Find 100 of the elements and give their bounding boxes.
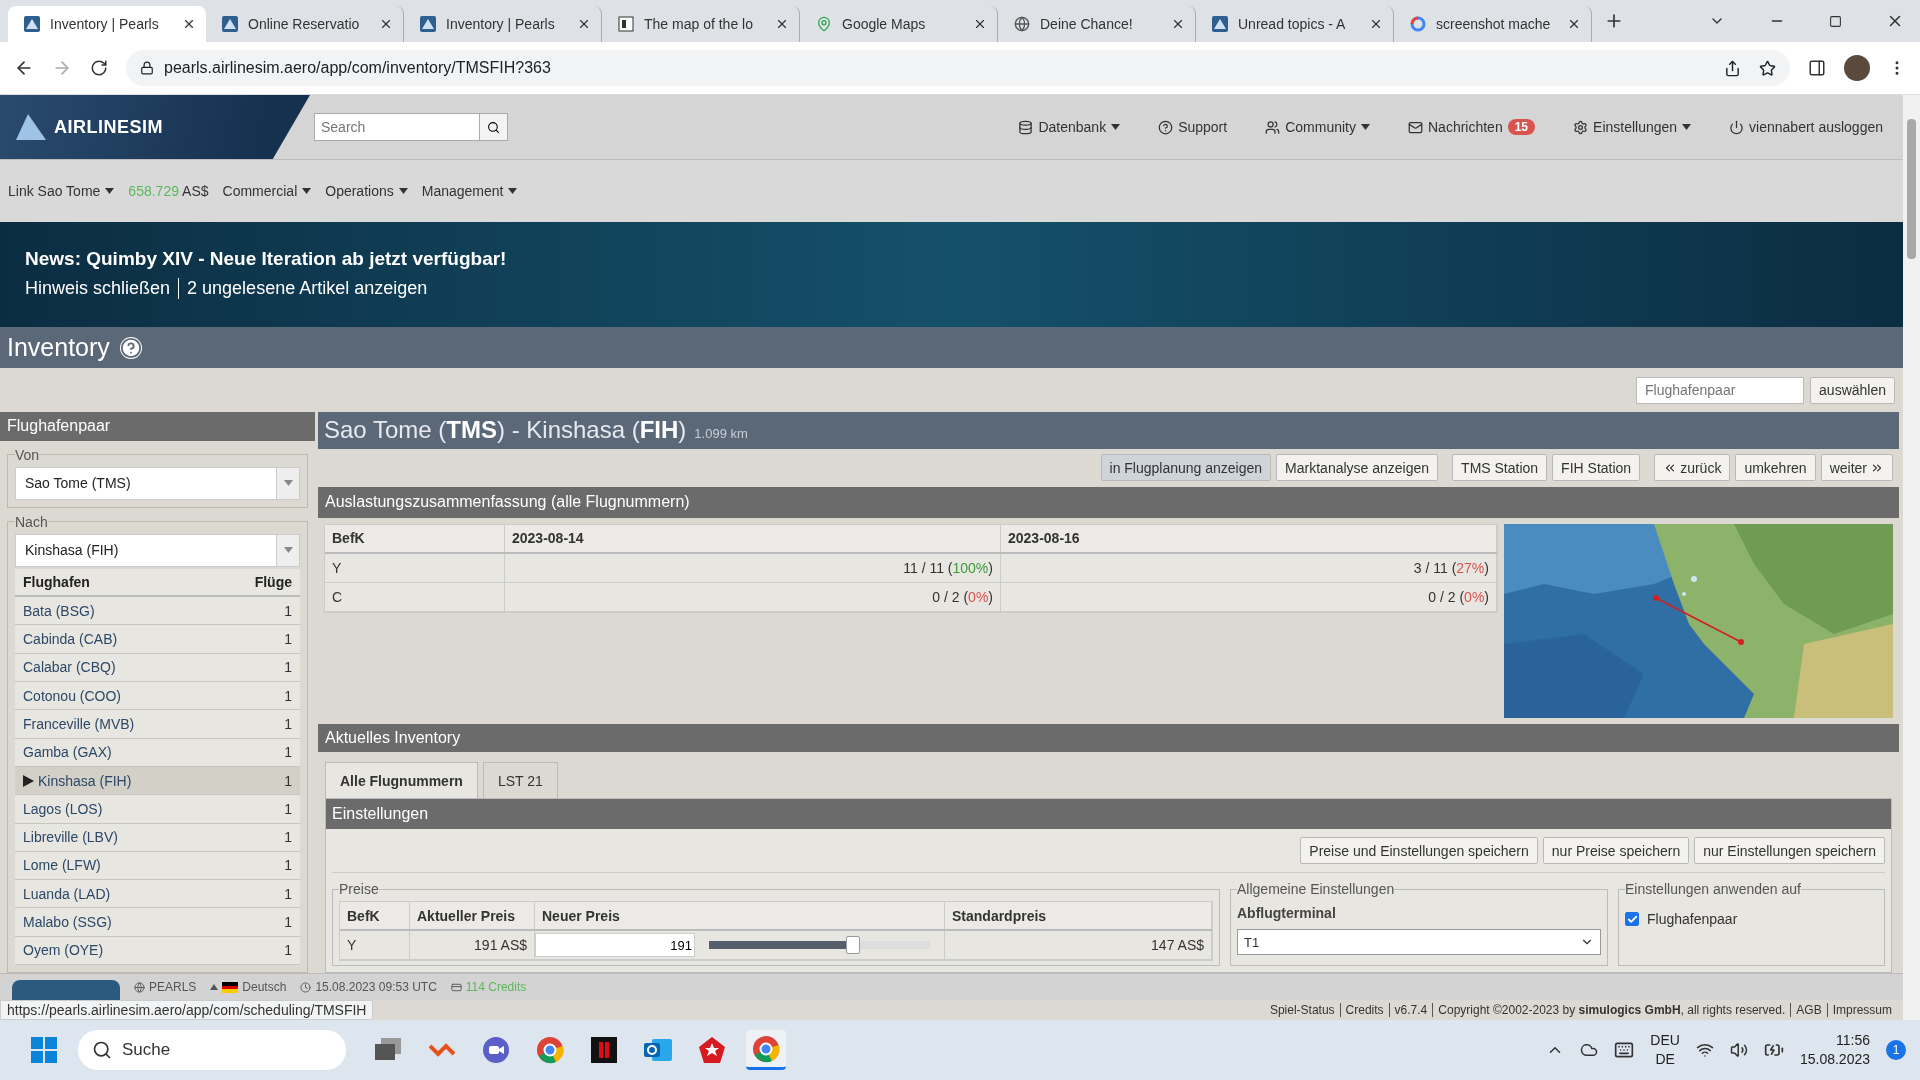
mountain-icon: [24, 16, 40, 32]
tab[interactable]: LST 21: [482, 762, 558, 798]
tab[interactable]: Alle Flugnummern: [325, 762, 478, 798]
airport-link[interactable]: Lome (LFW): [23, 857, 101, 874]
checkbox[interactable]: [1625, 912, 1639, 926]
airport-link[interactable]: Libreville (LBV): [23, 829, 118, 846]
search-button[interactable]: [480, 113, 508, 141]
close-icon[interactable]: [182, 17, 196, 31]
nav-menu[interactable]: Operations: [325, 183, 408, 199]
airport-link[interactable]: Oyem (OYE): [23, 942, 104, 959]
keyboard-icon[interactable]: [1614, 1040, 1635, 1060]
airport-link[interactable]: Cotonou (COO): [23, 687, 122, 704]
action-button[interactable]: umkehren: [1735, 454, 1816, 482]
notification-badge[interactable]: 1: [1886, 1040, 1906, 1060]
users-icon: [1265, 119, 1281, 135]
side-panel-icon[interactable]: [1808, 59, 1826, 77]
server-time: 15.08.2023 09:53 UTC: [315, 980, 437, 994]
column-header: Flüge: [254, 574, 292, 590]
close-icon[interactable]: [379, 17, 393, 31]
table-cell: 1: [284, 659, 292, 676]
close-icon[interactable]: [1369, 17, 1383, 31]
database-icon: [1018, 119, 1034, 135]
volume-icon[interactable]: [1729, 1041, 1748, 1059]
reload-icon[interactable]: [90, 59, 108, 77]
footer-link[interactable]: Spiel-Status: [1264, 1003, 1341, 1017]
mountain-icon: [222, 16, 238, 32]
close-icon[interactable]: [1567, 17, 1581, 31]
footer-link[interactable]: Credits: [1340, 1003, 1390, 1017]
field-legend: Allgemeine Einstellungen: [1237, 881, 1395, 897]
action-button[interactable]: in Flugplanung anzeigen: [1100, 454, 1272, 482]
section-header: Auslastungszusammenfassung (alle Flugnummern): [318, 487, 1899, 518]
avatar[interactable]: [1844, 55, 1870, 81]
save-button[interactable]: Preise und Einstellungen speichern: [1300, 837, 1538, 864]
airport-link[interactable]: Kinshasa (FIH): [23, 772, 132, 789]
address-field[interactable]: pearls.airlinesim.aero/app/com/inventory/TMSFIH?363: [164, 59, 551, 77]
select-button[interactable]: auswählen: [1810, 376, 1895, 404]
airport-select[interactable]: Kinshasa (FIH): [15, 533, 300, 567]
language-selector[interactable]: Deutsch: [242, 980, 287, 994]
close-icon[interactable]: [577, 17, 591, 31]
action-button[interactable]: weiter: [1820, 454, 1893, 482]
card-icon: [450, 981, 462, 993]
footer-link[interactable]: Impressum: [1827, 1003, 1897, 1017]
maximize-icon[interactable]: [1829, 14, 1842, 28]
price-field[interactable]: 191: [535, 933, 695, 957]
clock-icon: [300, 981, 312, 993]
table-cell: 1: [284, 602, 292, 619]
airport-link[interactable]: Calabar (CBQ): [23, 659, 116, 676]
save-button[interactable]: nur Einstellungen speichern: [1694, 837, 1885, 864]
scrollbar[interactable]: [1903, 95, 1920, 1020]
wifi-icon[interactable]: [1695, 1041, 1714, 1059]
airport-link[interactable]: Lagos (LOS): [23, 800, 103, 817]
search-field[interactable]: Suche: [78, 1030, 346, 1070]
close-icon[interactable]: [1171, 17, 1185, 31]
caret-icon: [283, 547, 293, 554]
nav-menu[interactable]: Commercial: [222, 183, 312, 199]
nav-menu[interactable]: Link Sao Tome: [8, 183, 115, 199]
airport-link[interactable]: Luanda (LAD): [23, 885, 111, 902]
clock[interactable]: 11:56 15.08.2023: [1799, 1031, 1870, 1069]
language-indicator[interactable]: DEU DE: [1650, 1031, 1680, 1069]
save-button[interactable]: nur Preise speichern: [1542, 837, 1690, 864]
airport-pair-field[interactable]: Flughafenpaar: [1636, 376, 1805, 404]
news-link[interactable]: 2 ungelesene Artikel anzeigen: [179, 278, 436, 299]
column-header: Flughafen: [23, 574, 90, 590]
airport-link[interactable]: Malabo (SSG): [23, 914, 112, 931]
column-header: 2023-08-16: [1001, 524, 1497, 552]
cloud-icon[interactable]: [1580, 1041, 1599, 1059]
action-button[interactable]: TMS Station: [1452, 454, 1548, 482]
menu-item[interactable]: Datenbank: [1018, 119, 1121, 135]
nav-menu[interactable]: Management: [421, 183, 518, 199]
close-icon[interactable]: [973, 17, 987, 31]
airport-link[interactable]: Bata (BSG): [23, 602, 95, 619]
airport-link[interactable]: Gamba (GAX): [23, 744, 112, 761]
field-legend: Nach: [15, 513, 48, 530]
menu-item[interactable]: viennabert ausloggen: [1729, 119, 1883, 135]
airport-link[interactable]: Franceville (MVB): [23, 715, 135, 732]
table-cell: 1: [284, 800, 292, 817]
caret-up-icon[interactable]: [210, 984, 219, 990]
browser-tab[interactable]: Inventory | Pearls: [8, 6, 206, 42]
terminal-select[interactable]: T1: [1237, 929, 1601, 955]
action-button[interactable]: zurück: [1654, 454, 1731, 482]
share-icon[interactable]: [1724, 59, 1741, 77]
news-link[interactable]: Hinweis schließen: [25, 278, 180, 299]
close-icon[interactable]: [775, 17, 789, 31]
airport-select[interactable]: Sao Tome (TMS): [15, 466, 300, 500]
airport-link[interactable]: Cabinda (CAB): [23, 631, 118, 648]
browser-icon[interactable]: [746, 1030, 786, 1070]
logo[interactable]: AIRLINESIM: [0, 95, 310, 159]
menu-item[interactable]: Community: [1265, 119, 1370, 135]
search-field[interactable]: Search: [314, 113, 480, 141]
menu-item[interactable]: Support: [1158, 119, 1228, 135]
news-title: News: Quimby XIV - Neue Iteration ab jetzt verfügbar!: [25, 248, 508, 270]
help-icon[interactable]: [119, 336, 142, 359]
action-button[interactable]: Marktanalyse anzeigen: [1276, 454, 1439, 482]
caret-icon: [1111, 124, 1121, 130]
footer-link[interactable]: AGB: [1791, 1003, 1828, 1017]
price-slider[interactable]: [709, 935, 930, 955]
action-button[interactable]: FIH Station: [1552, 454, 1641, 482]
bookmark-icon[interactable]: [1759, 59, 1776, 77]
menu-item[interactable]: Nachrichten 15: [1408, 119, 1536, 135]
menu-item[interactable]: Einstellungen: [1573, 119, 1692, 135]
